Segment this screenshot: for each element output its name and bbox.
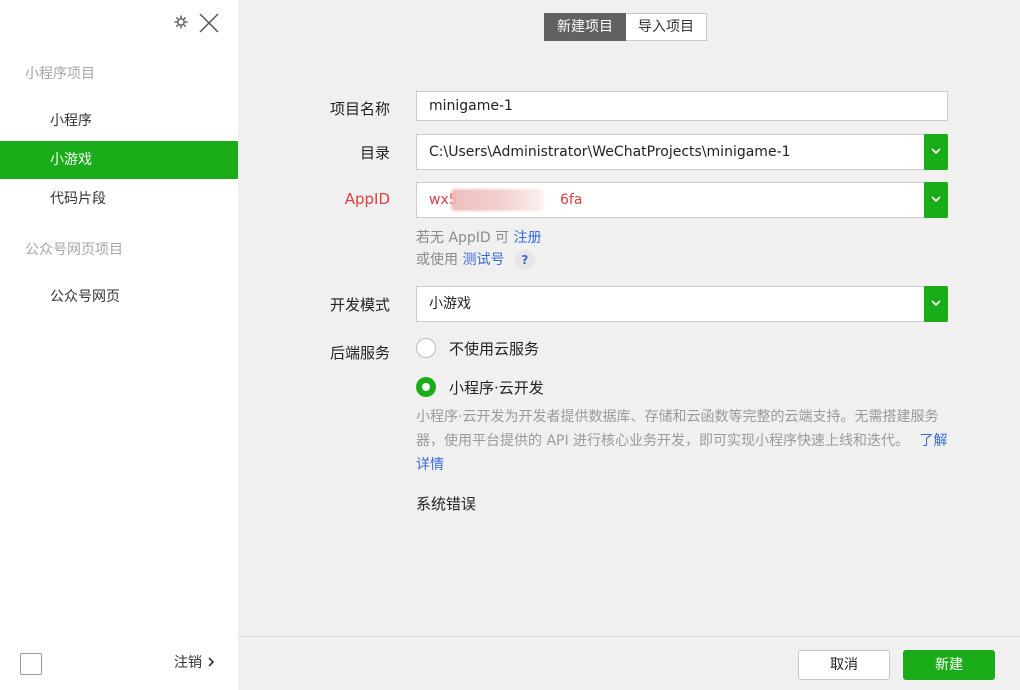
radio-no-cloud[interactable]: 不使用云服务 [416, 337, 539, 359]
appid-label: AppID [344, 190, 390, 208]
project-name-label: 项目名称 [329, 100, 390, 118]
appid-hint-text: 若无 AppID 可 [416, 230, 510, 246]
directory-value: C:\Users\Administrator\WeChatProjects\mi… [429, 144, 791, 160]
appid-redaction [451, 189, 544, 211]
sidebar: 小程序项目 小程序 小游戏 代码片段 公众号网页项目 公众号网页 注销 [0, 0, 238, 690]
dev-mode-dropdown-button[interactable] [924, 286, 948, 322]
sidebar-item-code-snippet[interactable]: 代码片段 [0, 180, 238, 218]
sidebar-checkbox[interactable] [20, 653, 42, 675]
logout-button[interactable]: 注销 [174, 652, 215, 672]
tab-import-project[interactable]: 导入项目 [626, 13, 707, 41]
group-title-miniprogram: 小程序项目 [25, 66, 95, 82]
cloud-description: 小程序·云开发为开发者提供数据库、存储和云函数等完整的云端支持。无需搭建服务器，… [416, 405, 951, 477]
help-icon[interactable]: ? [514, 250, 535, 270]
cloud-description-text: 小程序·云开发为开发者提供数据库、存储和云函数等完整的云端支持。无需搭建服务器，… [416, 409, 939, 449]
radio-cloud-dev-label: 小程序·云开发 [449, 378, 544, 397]
appid-hint2-text: 或使用 [416, 252, 458, 268]
footer-bar: 取消 新建 [238, 636, 1020, 690]
sidebar-item-minigame[interactable]: 小游戏 [0, 141, 238, 179]
backend-label: 后端服务 [329, 344, 390, 362]
appid-select[interactable]: wx5 6fa [416, 182, 948, 218]
chevron-down-icon [931, 196, 941, 203]
appid-hint-test: 或使用 测试号 ? [416, 249, 535, 270]
dev-mode-value: 小游戏 [429, 296, 471, 312]
radio-cloud-dev[interactable]: 小程序·云开发 [416, 376, 544, 398]
group-title-official: 公众号网页项目 [25, 242, 123, 258]
radio-no-cloud-circle[interactable] [416, 338, 436, 358]
appid-value-end: 6fa [560, 192, 583, 208]
directory-label: 目录 [359, 144, 390, 162]
cancel-button[interactable]: 取消 [798, 650, 890, 680]
main-panel: 新建项目 导入项目 项目名称 minigame-1 目录 C:\Users\Ad… [238, 0, 1020, 690]
chevron-right-icon [208, 656, 215, 670]
sidebar-item-official-web[interactable]: 公众号网页 [0, 278, 238, 316]
test-account-link[interactable]: 测试号 [462, 252, 504, 268]
directory-select[interactable]: C:\Users\Administrator\WeChatProjects\mi… [416, 134, 948, 170]
radio-cloud-dev-circle[interactable] [416, 377, 436, 397]
dev-mode-label: 开发模式 [329, 296, 390, 314]
appid-hint-register: 若无 AppID 可 注册 [416, 227, 542, 247]
create-button[interactable]: 新建 [903, 650, 995, 680]
project-tabs: 新建项目 导入项目 [544, 13, 707, 41]
sidebar-item-miniprogram[interactable]: 小程序 [0, 102, 238, 140]
close-icon[interactable] [198, 12, 220, 34]
project-name-input[interactable]: minigame-1 [416, 91, 948, 121]
chevron-down-icon [931, 300, 941, 307]
window-controls [170, 10, 230, 36]
logout-label: 注销 [174, 655, 202, 671]
radio-no-cloud-label: 不使用云服务 [449, 339, 540, 358]
tab-new-project[interactable]: 新建项目 [544, 13, 626, 41]
chevron-down-icon [931, 148, 941, 155]
system-error-text: 系统错误 [416, 495, 477, 513]
register-link[interactable]: 注册 [514, 230, 542, 246]
directory-dropdown-button[interactable] [924, 134, 948, 170]
dev-mode-select[interactable]: 小游戏 [416, 286, 948, 322]
appid-dropdown-button[interactable] [924, 182, 948, 218]
gear-icon[interactable] [174, 15, 188, 29]
